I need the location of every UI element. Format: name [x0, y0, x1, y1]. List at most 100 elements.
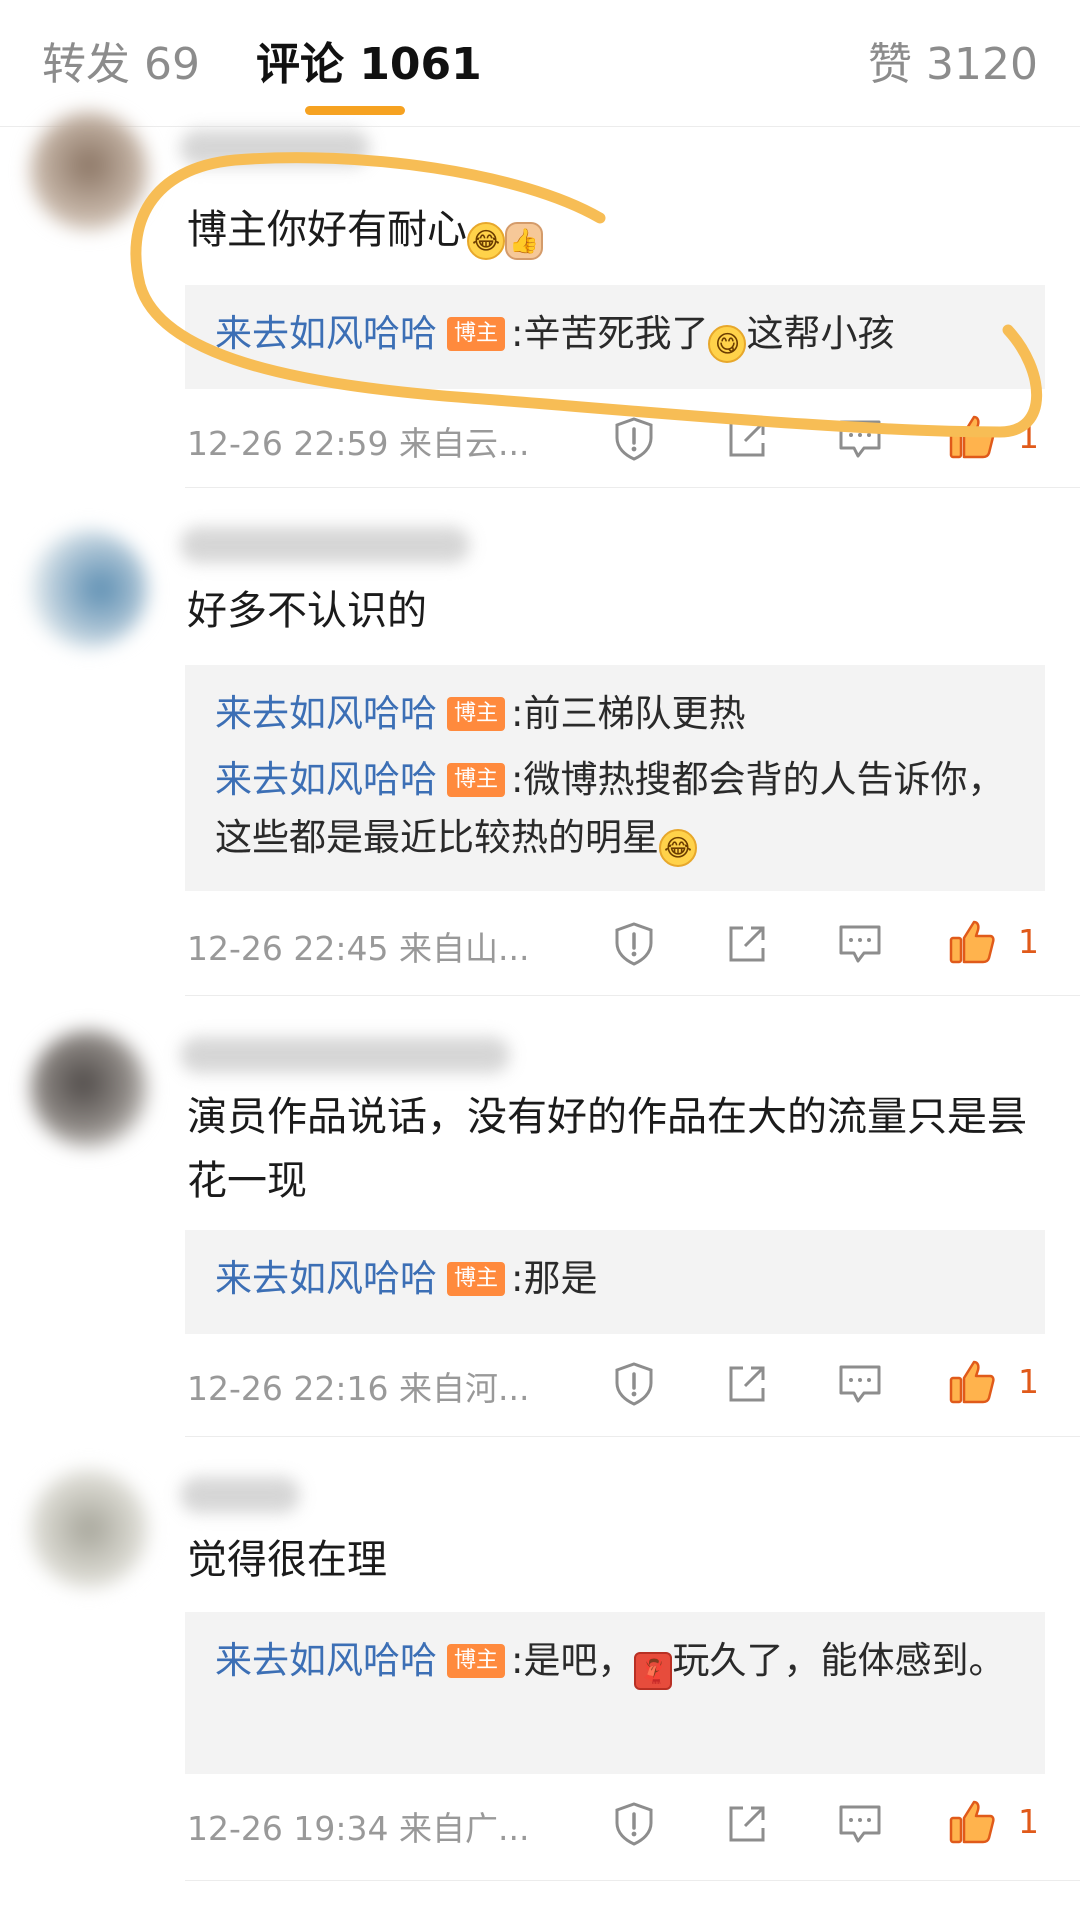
comment-meta: 12-26 22:16 来自河... [187, 1362, 529, 1410]
comment-divider [185, 1880, 1080, 1881]
comment-time: 12-26 22:16 [187, 1369, 389, 1408]
report-shield-icon [615, 922, 653, 966]
comment-location: 来自河... [398, 1369, 530, 1408]
avatar[interactable] [30, 530, 148, 648]
reply-author-link[interactable]: 来去如风哈哈 [215, 1257, 437, 1300]
comment-tab-bar: 转发 69 评论 1061 赞 3120 [0, 0, 1080, 127]
share-icon [729, 1366, 765, 1402]
reply-comment-button[interactable] [833, 917, 887, 971]
reply-text: 是吧， [523, 1639, 635, 1682]
thumbs-up-like-icon [949, 1360, 995, 1404]
comment-time: 12-26 22:59 [187, 424, 389, 463]
blogger-badge: 博主 [447, 1644, 506, 1678]
report-button[interactable] [607, 1357, 661, 1411]
comment-divider [185, 1436, 1080, 1437]
reply-separator: : [511, 1257, 524, 1300]
blogger-badge: 博主 [447, 697, 506, 731]
reply-text: 这帮小孩 [746, 312, 895, 355]
commenter-name-blurred[interactable] [180, 1037, 510, 1073]
reply-text: 那是 [523, 1257, 598, 1300]
reply-text: 前三梯队更热 [523, 692, 746, 735]
thumbs-up-like-icon [949, 1800, 995, 1844]
reply-author-link[interactable]: 来去如风哈哈 [215, 1639, 437, 1682]
reply-text: 玩久了，能体感到。 [672, 1639, 1006, 1682]
reply-text: 辛苦死我了 [523, 312, 709, 355]
comment-text: 博主你好有耐心 😂 👍 [187, 198, 1047, 262]
share-button[interactable] [720, 1357, 774, 1411]
reply-item: 来去如风哈哈 博主:那是 [215, 1250, 1017, 1308]
report-shield-icon [615, 1802, 653, 1846]
comment-bubble-icon [839, 420, 881, 458]
comment-location: 来自广... [398, 1809, 530, 1848]
active-tab-indicator [305, 106, 405, 115]
share-button[interactable] [720, 1797, 774, 1851]
like-count: 1 [1018, 922, 1039, 961]
report-shield-icon [615, 417, 653, 461]
thumbs-up-emoji-icon: 👍 [505, 222, 543, 260]
reply-comment-button[interactable] [833, 1357, 887, 1411]
reply-item: 来去如风哈哈 博主:前三梯队更热 [215, 685, 1017, 743]
like-count: 1 [1018, 1362, 1039, 1401]
laugh-cry-emoji-icon: 😂 [467, 222, 505, 260]
report-button[interactable] [607, 1797, 661, 1851]
comment-meta: 12-26 19:34 来自广... [187, 1802, 529, 1850]
thumbs-up-like-icon [949, 415, 995, 459]
like-button[interactable] [945, 1795, 999, 1849]
comment-bubble-icon [839, 925, 881, 963]
share-button[interactable] [720, 917, 774, 971]
reply-box[interactable]: 来去如风哈哈 博主:辛苦死我了 😋 这帮小孩 [185, 285, 1045, 389]
reply-separator: : [511, 692, 524, 735]
blogger-badge: 博主 [447, 763, 506, 797]
reply-box[interactable]: 来去如风哈哈 博主:那是 [185, 1230, 1045, 1334]
avatar[interactable] [30, 1470, 148, 1588]
reply-separator: : [511, 312, 524, 355]
scarf-emoji-icon: 🧣 [634, 1652, 673, 1690]
like-count: 1 [1018, 1802, 1039, 1841]
reply-separator: : [511, 758, 524, 801]
reply-author-link[interactable]: 来去如风哈哈 [215, 758, 437, 801]
comment-time: 12-26 19:34 [187, 1809, 389, 1848]
comment-time: 12-26 22:45 [187, 929, 389, 968]
commenter-name-blurred[interactable] [180, 1477, 300, 1513]
tab-reposts[interactable]: 转发 69 [42, 28, 200, 92]
reply-comment-button[interactable] [833, 1797, 887, 1851]
tab-comments[interactable]: 评论 1061 [256, 28, 482, 92]
comment-location: 来自山... [398, 929, 530, 968]
comment-bubble-icon [839, 1805, 881, 1843]
commenter-name-blurred[interactable] [180, 130, 370, 166]
tab-likes[interactable]: 赞 3120 [868, 28, 1038, 92]
report-button[interactable] [607, 917, 661, 971]
blogger-badge: 博主 [447, 317, 506, 351]
reply-item: 来去如风哈哈 博主:辛苦死我了 😋 这帮小孩 [215, 305, 1017, 363]
reply-author-link[interactable]: 来去如风哈哈 [215, 692, 437, 735]
comment-divider [185, 995, 1080, 996]
reply-item: 来去如风哈哈 博主:微博热搜都会背的人告诉你，这些都是最近比较热的明星 😂 [215, 751, 1017, 867]
comment-text: 演员作品说话，没有好的作品在大的流量只是昙花一现 [187, 1094, 1027, 1204]
comment-meta: 12-26 22:45 来自山... [187, 922, 529, 970]
comment-body: 博主你好有耐心 [187, 207, 467, 253]
like-button[interactable] [945, 1355, 999, 1409]
comment-text: 觉得很在理 [187, 1537, 387, 1583]
comment-divider [185, 487, 1080, 488]
avatar[interactable] [30, 1030, 148, 1148]
comment-meta: 12-26 22:59 来自云... [187, 417, 529, 465]
share-icon [729, 926, 765, 962]
reply-separator: : [511, 1639, 524, 1682]
report-shield-icon [615, 1362, 653, 1406]
reply-box[interactable]: 来去如风哈哈 博主:前三梯队更热 来去如风哈哈 博主:微博热搜都会背的人告诉你，这些… [185, 665, 1045, 891]
reply-box[interactable]: 来去如风哈哈 博主:是吧， 🧣 玩久了，能体感到。 [185, 1612, 1045, 1774]
like-button[interactable] [945, 410, 999, 464]
reply-comment-button[interactable] [833, 412, 887, 466]
share-button[interactable] [720, 412, 774, 466]
report-button[interactable] [607, 412, 661, 466]
avatar[interactable] [30, 112, 148, 230]
reply-item: 来去如风哈哈 博主:是吧， 🧣 玩久了，能体感到。 [215, 1632, 1017, 1690]
like-count: 1 [1018, 417, 1039, 456]
yummy-emoji-icon: 😋 [708, 325, 747, 363]
commenter-name-blurred[interactable] [180, 527, 470, 563]
comment-location: 来自云... [398, 424, 530, 463]
thumbs-up-like-icon [949, 920, 995, 964]
reply-author-link[interactable]: 来去如风哈哈 [215, 312, 437, 355]
like-button[interactable] [945, 915, 999, 969]
blogger-badge: 博主 [447, 1262, 506, 1296]
